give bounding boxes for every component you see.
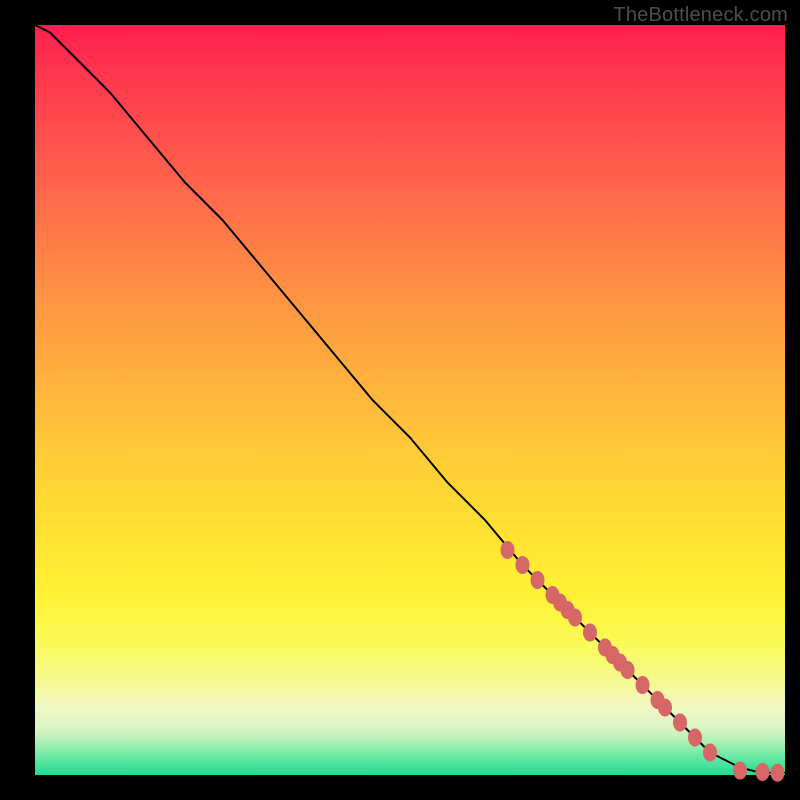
marker-dot xyxy=(531,571,545,589)
chart-svg xyxy=(35,25,785,775)
marker-dot xyxy=(516,556,530,574)
stage: TheBottleneck.com xyxy=(0,0,800,800)
marker-dot xyxy=(688,729,702,747)
marker-dot xyxy=(636,676,650,694)
marker-dot xyxy=(673,714,687,732)
marker-dot xyxy=(771,764,785,782)
marker-dot xyxy=(733,762,747,780)
attribution-label: TheBottleneck.com xyxy=(613,4,788,27)
plot-area xyxy=(35,25,785,775)
curve-line xyxy=(35,25,785,773)
marker-dot xyxy=(703,744,717,762)
marker-dot xyxy=(568,609,582,627)
marker-dot xyxy=(756,763,770,781)
markers-group xyxy=(501,541,785,782)
marker-dot xyxy=(658,699,672,717)
marker-dot xyxy=(501,541,515,559)
marker-dot xyxy=(621,661,635,679)
marker-dot xyxy=(583,624,597,642)
